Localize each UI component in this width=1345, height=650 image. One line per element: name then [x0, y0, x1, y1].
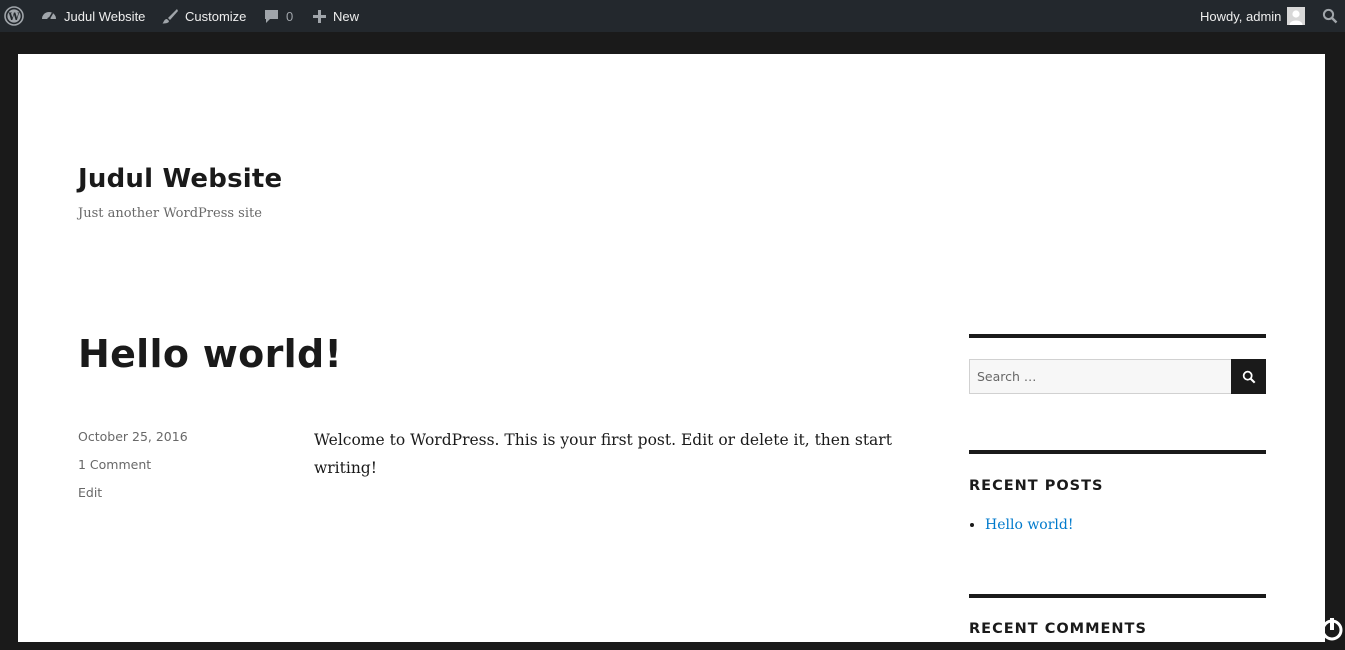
- list-item: Hello world!: [985, 517, 1074, 533]
- search-input[interactable]: [969, 359, 1231, 394]
- search-icon: [1242, 370, 1255, 383]
- new-content-menu[interactable]: New: [312, 0, 359, 32]
- recent-comments-widget: Recent Comments: [969, 594, 1266, 637]
- comment-bubble-icon: [265, 9, 278, 23]
- site-page: Judul Website Just another WordPress sit…: [18, 54, 1325, 642]
- avatar: [1287, 7, 1306, 25]
- search-widget: [969, 334, 1266, 394]
- recent-posts-widget: Recent Posts Hello world!: [969, 450, 1266, 533]
- power-icon: [1321, 618, 1343, 641]
- site-name-label: Judul Website: [64, 8, 146, 24]
- site-title[interactable]: Judul Website: [78, 164, 282, 194]
- comments-link[interactable]: 0: [263, 0, 293, 32]
- post-content: Welcome to WordPress. This is your first…: [314, 431, 892, 477]
- search-form: [969, 359, 1266, 394]
- wordpress-logo-button[interactable]: W: [4, 0, 24, 32]
- howdy-label: Howdy, admin: [1200, 8, 1282, 24]
- recent-post-link[interactable]: Hello world!: [985, 517, 1074, 533]
- search-button[interactable]: [1231, 359, 1266, 394]
- recent-posts-title: Recent Posts: [969, 478, 1104, 494]
- paintbrush-icon: [162, 9, 178, 24]
- admin-search-button[interactable]: [1322, 0, 1338, 32]
- site-description: Just another WordPress site: [78, 206, 262, 221]
- recent-posts-list: Hello world!: [969, 517, 1074, 533]
- admin-bar: W Judul Website Customize 0 New Howdy, a…: [0, 0, 1345, 32]
- my-account-menu[interactable]: Howdy, admin: [1200, 0, 1306, 32]
- comments-count: 0: [286, 8, 294, 24]
- post-comments-link[interactable]: 1 Comment: [78, 456, 188, 484]
- recent-comments-title: Recent Comments: [969, 621, 1147, 637]
- post-date-link[interactable]: October 25, 2016: [78, 428, 188, 456]
- search-icon: [1322, 8, 1338, 24]
- post-title[interactable]: Hello world!: [78, 332, 342, 376]
- post-meta: October 25, 2016 1 Comment Edit: [78, 428, 188, 512]
- wordpress-logo-icon: W: [4, 6, 24, 26]
- customize-link[interactable]: Customize: [161, 0, 246, 32]
- post-edit-link[interactable]: Edit: [78, 484, 188, 512]
- new-label: New: [333, 8, 360, 24]
- svg-text:W: W: [7, 12, 20, 23]
- dashboard-icon: [42, 12, 56, 21]
- customize-label: Customize: [185, 8, 247, 24]
- plus-icon: [313, 9, 326, 23]
- site-name-menu[interactable]: Judul Website: [40, 0, 145, 32]
